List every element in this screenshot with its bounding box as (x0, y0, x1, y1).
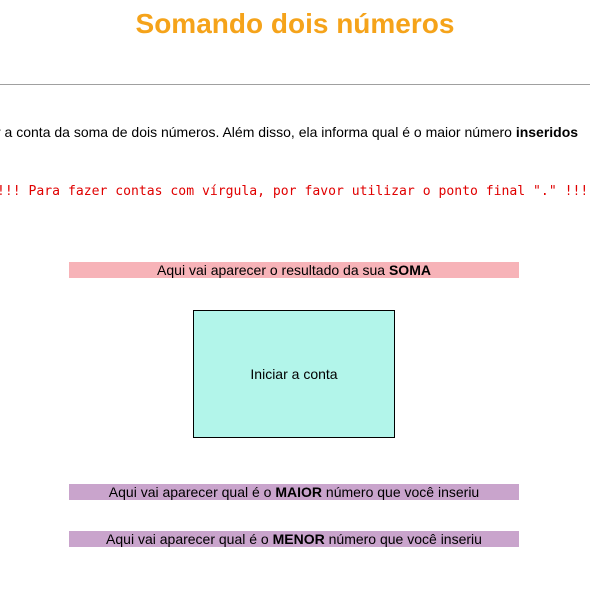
sum-result-bold: SOMA (388, 262, 431, 278)
max-result-display: Aqui vai aparecer qual é o MAIOR número … (69, 484, 519, 500)
horizontal-divider (0, 84, 590, 85)
min-result-display: Aqui vai aparecer qual é o MENOR número … (69, 531, 519, 547)
start-calculation-button[interactable]: Iniciar a conta (193, 310, 395, 438)
min-result-suffix: número que você inseriu (324, 531, 482, 547)
page: Somando dois números r a conta da soma d… (0, 0, 590, 590)
intro-text-bold: inseridos (515, 124, 579, 140)
sum-result-prefix: Aqui vai aparecer o resultado da sua (157, 262, 389, 278)
min-result-bold: MENOR (272, 531, 325, 547)
page-title: Somando dois números (135, 8, 455, 39)
max-result-prefix: Aqui vai aparecer qual é o (108, 484, 276, 500)
sum-result-display: Aqui vai aparecer o resultado da sua SOM… (69, 262, 519, 278)
min-result-prefix: Aqui vai aparecer qual é o (106, 531, 273, 547)
intro-text: r a conta da soma de dois números. Além … (0, 124, 578, 140)
max-result-bold: MAIOR (275, 484, 323, 500)
decimal-warning: !!! Para fazer contas com vírgula, por f… (0, 184, 589, 199)
max-result-suffix: número que você inseriu (322, 484, 480, 500)
intro-text-body: r a conta da soma de dois números. Além … (0, 124, 516, 140)
